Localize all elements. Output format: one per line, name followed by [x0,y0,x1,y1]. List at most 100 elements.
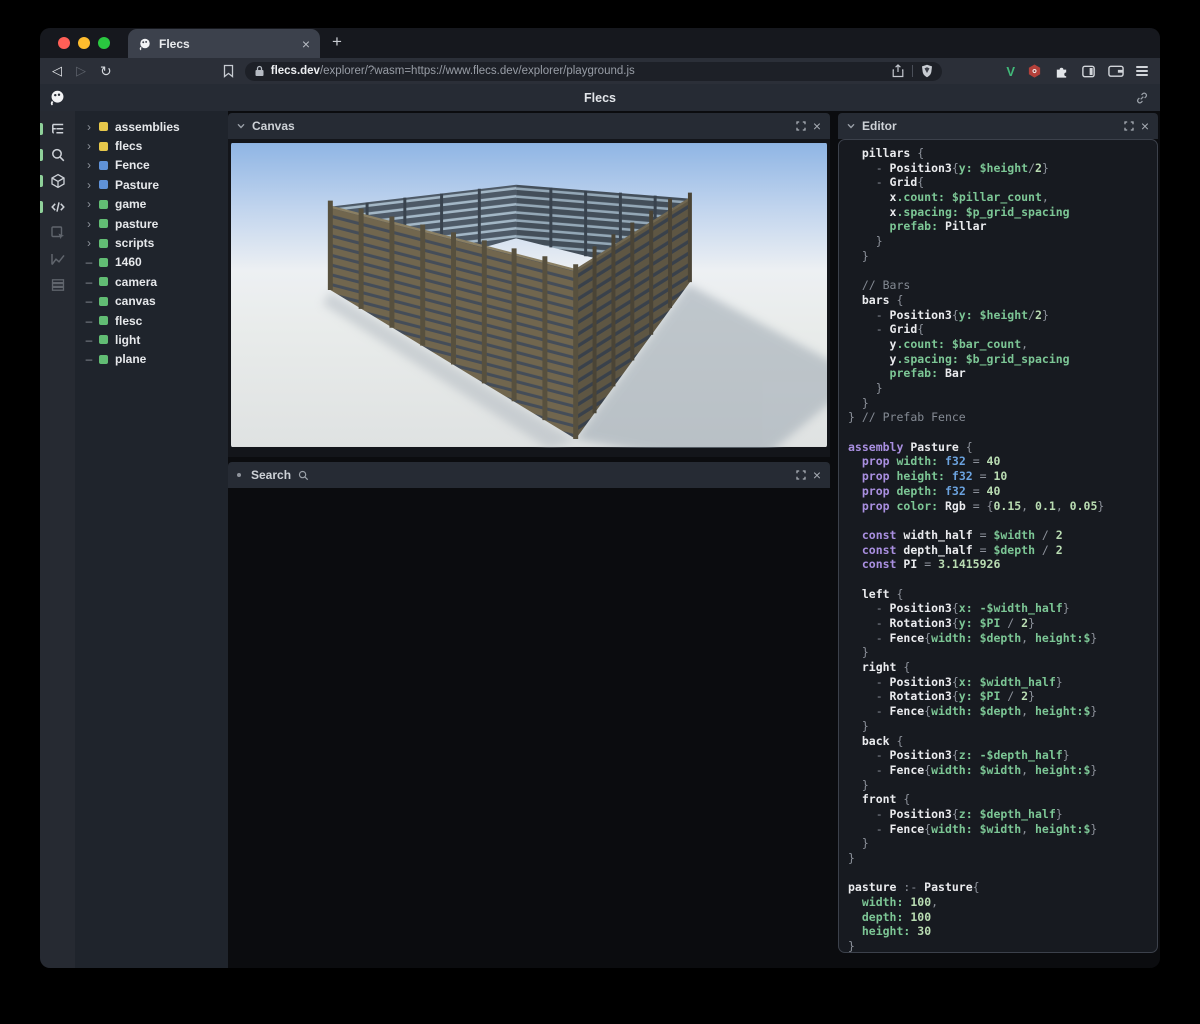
tree-item-label: flecs [115,139,142,153]
share-link-icon[interactable] [1135,91,1149,105]
close-window-button[interactable] [58,37,70,49]
canvas-3d-viewport[interactable] [228,139,830,457]
entity-color-square [99,219,108,228]
expand-chevron-icon[interactable]: › [83,140,95,152]
expand-chevron-icon[interactable]: › [83,179,95,191]
tree-item-scripts[interactable]: ›scripts [75,233,228,252]
tree-item-label: Fence [115,158,150,172]
collapse-chevron-icon[interactable] [237,123,245,129]
leaf-dash-icon: – [83,334,95,346]
tree-item-canvas[interactable]: –canvas [75,292,228,311]
expand-chevron-icon[interactable]: › [83,121,95,133]
entity-color-square [99,180,108,189]
entity-color-square [99,122,108,131]
tab-close-icon[interactable]: × [302,37,310,51]
leaf-dash-icon: – [83,315,95,327]
tree-item-assemblies[interactable]: › assemblies [75,117,228,136]
expand-chevron-icon[interactable]: › [83,198,95,210]
wallet-icon[interactable] [1108,64,1124,78]
tables-icon[interactable] [40,272,75,298]
tree-item-flecs[interactable]: › flecs [75,136,228,155]
tree-item-1460[interactable]: –1460 [75,253,228,272]
tree-item-light[interactable]: –light [75,330,228,349]
3d-fence-render [231,142,827,448]
zoom-window-button[interactable] [98,37,110,49]
bookmark-icon[interactable] [222,64,235,78]
fullscreen-icon[interactable] [1124,121,1134,131]
expand-chevron-icon[interactable]: › [83,237,95,249]
browser-window: Flecs × + ◁ ▷ ↻ flecs.dev/explorer/?wasm… [40,28,1160,968]
share-icon[interactable] [892,64,904,78]
lock-icon [254,65,265,77]
entity-tree-icon[interactable] [40,116,75,142]
tree-item-game[interactable]: › game [75,195,228,214]
url-host: flecs.dev [271,65,320,77]
script-editor[interactable]: pillars { - Position3{y: $height/2} - Gr… [838,139,1158,953]
sidebar-toggle-icon[interactable] [1081,64,1096,79]
vue-devtools-icon[interactable]: V [1006,64,1015,79]
fullscreen-icon[interactable] [796,121,806,131]
scene-cube-icon[interactable] [40,168,75,194]
active-pill [40,149,43,161]
search-icon[interactable] [40,142,75,168]
editor-panel-header: Editor × [838,113,1158,139]
entity-color-square [99,258,108,267]
tree-item-label: game [115,197,146,211]
stats-chart-icon[interactable] [40,246,75,272]
flecs-logo [49,89,66,106]
traffic-lights [58,37,110,49]
collapse-chevron-icon[interactable] [847,123,855,129]
menu-icon[interactable] [1136,66,1148,76]
close-panel-icon[interactable]: × [1141,119,1149,133]
active-pill [40,175,43,187]
script-editor-icon[interactable] [40,194,75,220]
search-panel-body [228,488,830,968]
forward-button[interactable]: ▷ [76,63,86,79]
panel-icon-strip [40,111,75,968]
browser-tab[interactable]: Flecs × [128,29,320,58]
tree-item-pasture[interactable]: ›pasture [75,214,228,233]
entity-color-square [99,239,108,248]
tree-item-plane[interactable]: –plane [75,350,228,369]
tree-item-camera[interactable]: – camera [75,272,228,291]
tree-item-label: 1460 [115,255,142,269]
leaf-dash-icon: – [83,295,95,307]
entity-color-square [99,316,108,325]
back-button[interactable]: ◁ [52,63,62,79]
entity-tree: ›assemblies›flecs›Fence›Pasture›game›pas… [75,111,228,968]
canvas-panel-header: Canvas × [228,113,830,139]
canvas-panel-title: Canvas [252,119,295,133]
active-pill [40,123,43,135]
close-panel-icon[interactable]: × [813,119,821,133]
adblock-hexagon-icon[interactable] [1027,63,1042,79]
inspector-icon[interactable] [40,220,75,246]
page-title: Flecs [40,91,1160,105]
tab-strip: Flecs × + [40,28,1160,58]
url-bar[interactable]: flecs.dev/explorer/?wasm=https://www.fle… [245,62,943,81]
extension-icons: V [1006,63,1148,79]
tab-title: Flecs [159,37,295,51]
tree-item-Fence[interactable]: › Fence [75,156,228,175]
extensions-puzzle-icon[interactable] [1054,64,1069,79]
tree-item-flesc[interactable]: –flesc [75,311,228,330]
editor-code[interactable]: pillars { - Position3{y: $height/2} - Gr… [848,146,1153,953]
entity-color-square [99,355,108,364]
entity-color-square [99,200,108,209]
tree-item-label: assemblies [115,120,180,134]
search-panel-header: Search × [228,462,830,488]
new-tab-button[interactable]: + [332,32,342,52]
tree-item-Pasture[interactable]: ›Pasture [75,175,228,194]
close-panel-icon[interactable]: × [813,468,821,482]
active-pill [40,201,43,213]
fullscreen-icon[interactable] [796,470,806,480]
entity-color-square [99,161,108,170]
expand-chevron-icon[interactable]: › [83,159,95,171]
minimize-window-button[interactable] [78,37,90,49]
brave-shield-icon[interactable] [921,64,933,78]
expand-chevron-icon[interactable]: › [83,218,95,230]
search-glass-icon [298,470,309,481]
reload-button[interactable]: ↻ [100,63,112,80]
tree-item-label: camera [115,275,157,289]
leaf-dash-icon: – [83,276,95,288]
collapsed-dot-icon[interactable] [237,473,241,477]
